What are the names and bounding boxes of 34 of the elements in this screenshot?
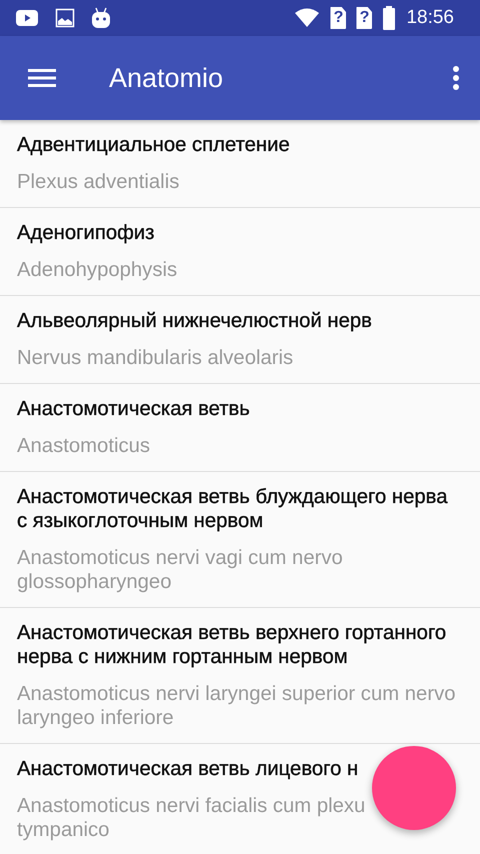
app-title: Anatomio xyxy=(109,62,224,94)
list-item[interactable]: Анастомотическая ветвь верхнего гортанного нерва с нижним гортанным нервом Anastomoticus nervi laryngei superior cum nervo laryngeo inferiore xyxy=(0,608,480,744)
sim-card-icon: ? xyxy=(356,7,372,29)
menu-button[interactable] xyxy=(28,68,56,88)
video-play-icon xyxy=(15,9,39,27)
list-item[interactable]: Аденогипофиз Adenohypophysis xyxy=(0,208,480,296)
image-icon xyxy=(55,8,75,28)
term-latin: Adenohypophysis xyxy=(17,258,178,282)
term-latin: Anastomoticus nervi facialis cum plexu tympanico xyxy=(17,794,366,842)
term-latin: Anastomoticus xyxy=(17,434,152,458)
sim-card-icon: ? xyxy=(330,7,346,29)
menu-icon xyxy=(28,68,56,88)
term-title: Анастомотическая ветвь xyxy=(17,397,251,421)
term-title: Анастомотическая ветвь лицевого н xyxy=(17,757,360,781)
battery-icon xyxy=(382,6,396,30)
clock-time: 18:56 xyxy=(406,7,454,29)
wifi-icon xyxy=(294,8,320,28)
term-latin: Nervus mandibularis alveolaris xyxy=(17,346,294,370)
list-item[interactable]: Адвентициальное сплетение Plexus adventialis xyxy=(0,120,480,208)
list-item[interactable]: Анастомотическая ветвь блуждающего нерва с языкоглоточным нервом Anastomoticus nervi vagi cum nervo glossopharyngeo xyxy=(0,472,480,608)
robot-icon xyxy=(91,7,111,29)
term-title: Анастомотическая ветвь блуждающего нерва с языкоглоточным нервом xyxy=(17,485,448,533)
floating-action-button[interactable] xyxy=(372,746,456,830)
list-item[interactable]: Альвеолярный нижнечелюстной нерв Nervus mandibularis alveolaris xyxy=(0,296,480,384)
term-title: Анастомотическая ветвь верхнего гортанного нерва с нижним гортанным нервом xyxy=(17,621,448,669)
more-vertical-icon xyxy=(452,65,460,91)
term-title: Адвентициальное сплетение xyxy=(17,133,291,157)
list-item[interactable]: Анастомотическая ветвь Anastomoticus xyxy=(0,384,480,472)
more-options-button[interactable] xyxy=(452,65,460,91)
term-latin: Anastomoticus nervi laryngei superior cum nervo laryngeo inferiore xyxy=(17,682,456,730)
term-latin: Anastomoticus nervi vagi cum nervo glossopharyngeo xyxy=(17,546,344,594)
term-title: Альвеолярный нижнечелюстной нерв xyxy=(17,309,373,333)
term-title: Аденогипофиз xyxy=(17,221,156,245)
term-latin: Plexus adventialis xyxy=(17,170,180,194)
